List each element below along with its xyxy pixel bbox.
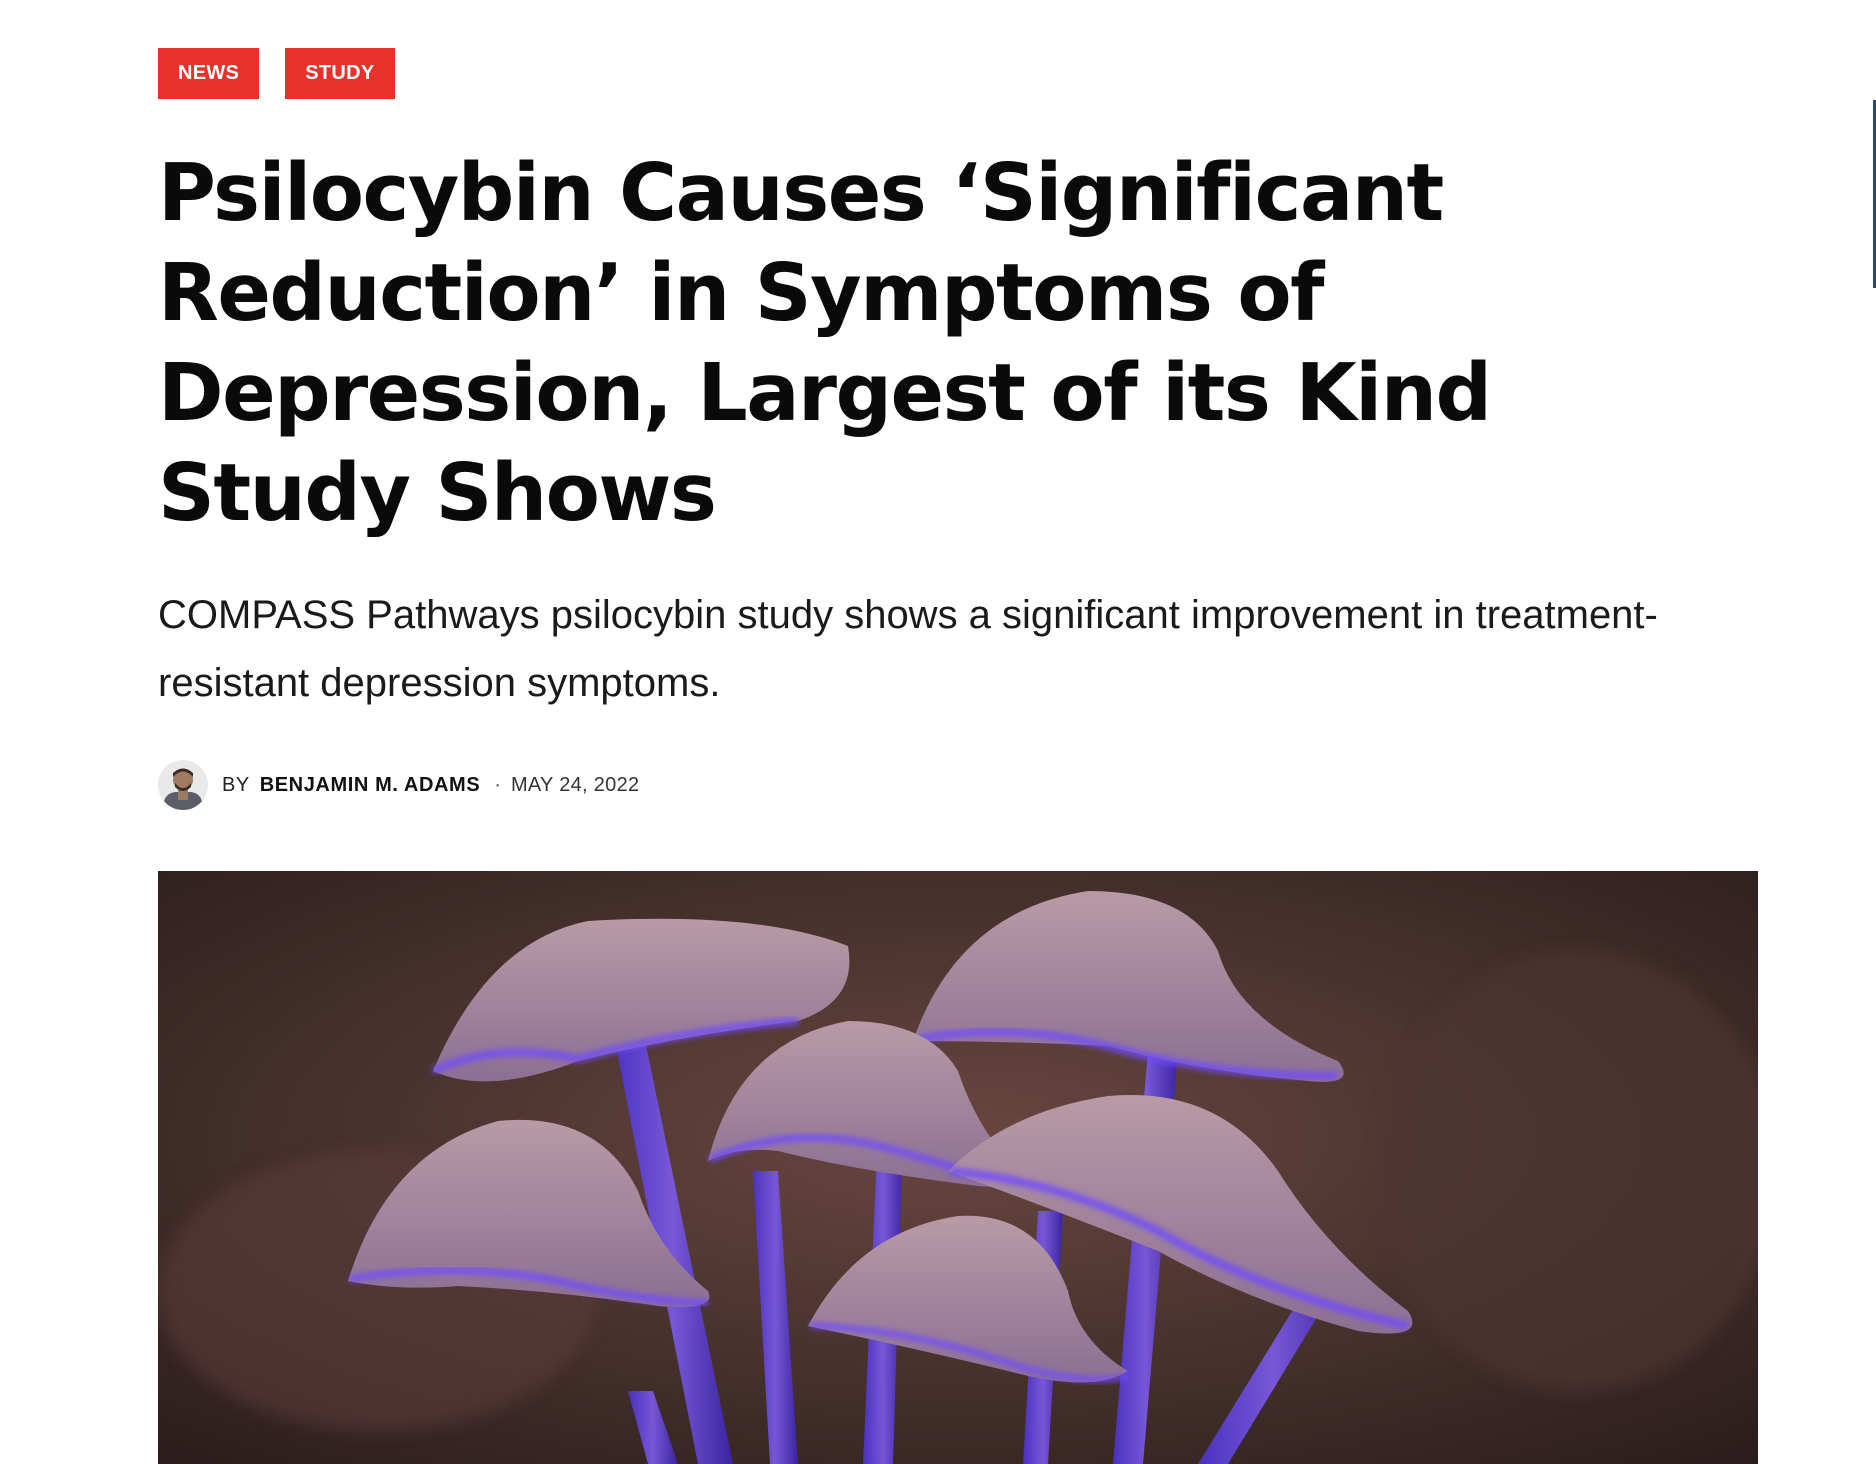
byline-by-label: BY <box>222 773 250 796</box>
author-avatar[interactable] <box>158 760 208 810</box>
category-tags: NEWS STUDY <box>158 48 1758 99</box>
article-title: Psilocybin Causes ‘Significant Reduction… <box>158 147 1492 539</box>
byline-separator: · <box>494 773 501 796</box>
article-subtitle: COMPASS Pathways psilocybin study shows … <box>158 593 1658 705</box>
article-header: NEWS STUDY Psilocybin Causes ‘Significan… <box>158 48 1758 811</box>
tag-study[interactable]: STUDY <box>285 48 395 99</box>
glowing-mushrooms-photo <box>158 871 1758 1464</box>
tag-news[interactable]: NEWS <box>158 48 260 99</box>
hero-image <box>158 871 1758 1464</box>
author-link[interactable]: BENJAMIN M. ADAMS <box>260 774 481 797</box>
publish-date: MAY 24, 2022 <box>510 773 640 796</box>
byline: BY BENJAMIN M. ADAMS · MAY 24, 2022 <box>158 759 1758 811</box>
